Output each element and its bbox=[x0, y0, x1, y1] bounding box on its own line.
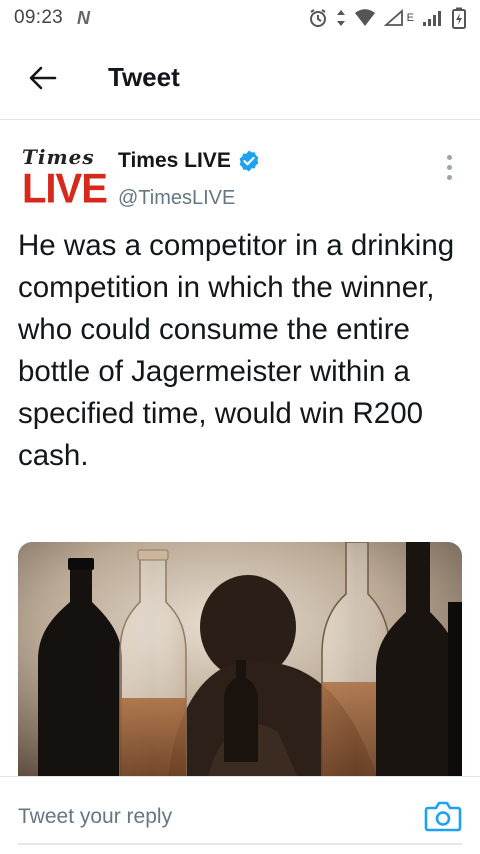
alarm-icon bbox=[308, 8, 328, 28]
bars-icon bbox=[422, 9, 444, 27]
reply-bar bbox=[0, 776, 480, 854]
camera-button[interactable] bbox=[424, 799, 462, 833]
status-time: 09:23 bbox=[14, 7, 64, 28]
back-button[interactable] bbox=[0, 36, 86, 120]
app-bar: Tweet bbox=[0, 36, 480, 120]
more-options-button[interactable] bbox=[434, 149, 464, 185]
more-dot-icon bbox=[446, 174, 452, 180]
bottles-photo bbox=[18, 542, 462, 778]
status-bar: 09:23 N E bbox=[0, 0, 480, 36]
battery-icon bbox=[452, 7, 466, 29]
author-name[interactable]: Times LIVE bbox=[118, 149, 231, 173]
tweet: Times LIVE Times LIVE @TimesLIVE He was … bbox=[0, 121, 480, 778]
author-handle[interactable]: @TimesLIVE bbox=[118, 187, 235, 210]
more-dot-icon bbox=[446, 154, 452, 160]
reply-underline bbox=[18, 843, 462, 845]
logo-live-text: LIVE bbox=[22, 165, 108, 213]
tweet-media-image[interactable] bbox=[18, 542, 462, 778]
tweet-text: He was a competitor in a drinking compet… bbox=[18, 229, 455, 472]
wifi-icon bbox=[354, 9, 376, 27]
author-avatar-logo[interactable]: Times LIVE bbox=[22, 145, 108, 233]
more-dot-icon bbox=[446, 164, 452, 170]
camera-icon bbox=[424, 801, 462, 832]
reply-input[interactable] bbox=[18, 793, 398, 841]
page-title: Tweet bbox=[108, 62, 180, 92]
tweet-author: Times LIVE Times LIVE @TimesLIVE bbox=[0, 121, 480, 217]
network-type-label: E bbox=[406, 12, 414, 24]
signal-icon: E bbox=[383, 9, 414, 27]
arrow-left-icon bbox=[29, 66, 57, 89]
verified-badge-icon bbox=[239, 150, 259, 172]
data-arrows-icon bbox=[336, 8, 346, 28]
status-icons: E bbox=[308, 7, 466, 29]
notification-icon: N bbox=[77, 7, 91, 28]
author-name-row: Times LIVE bbox=[118, 149, 261, 173]
